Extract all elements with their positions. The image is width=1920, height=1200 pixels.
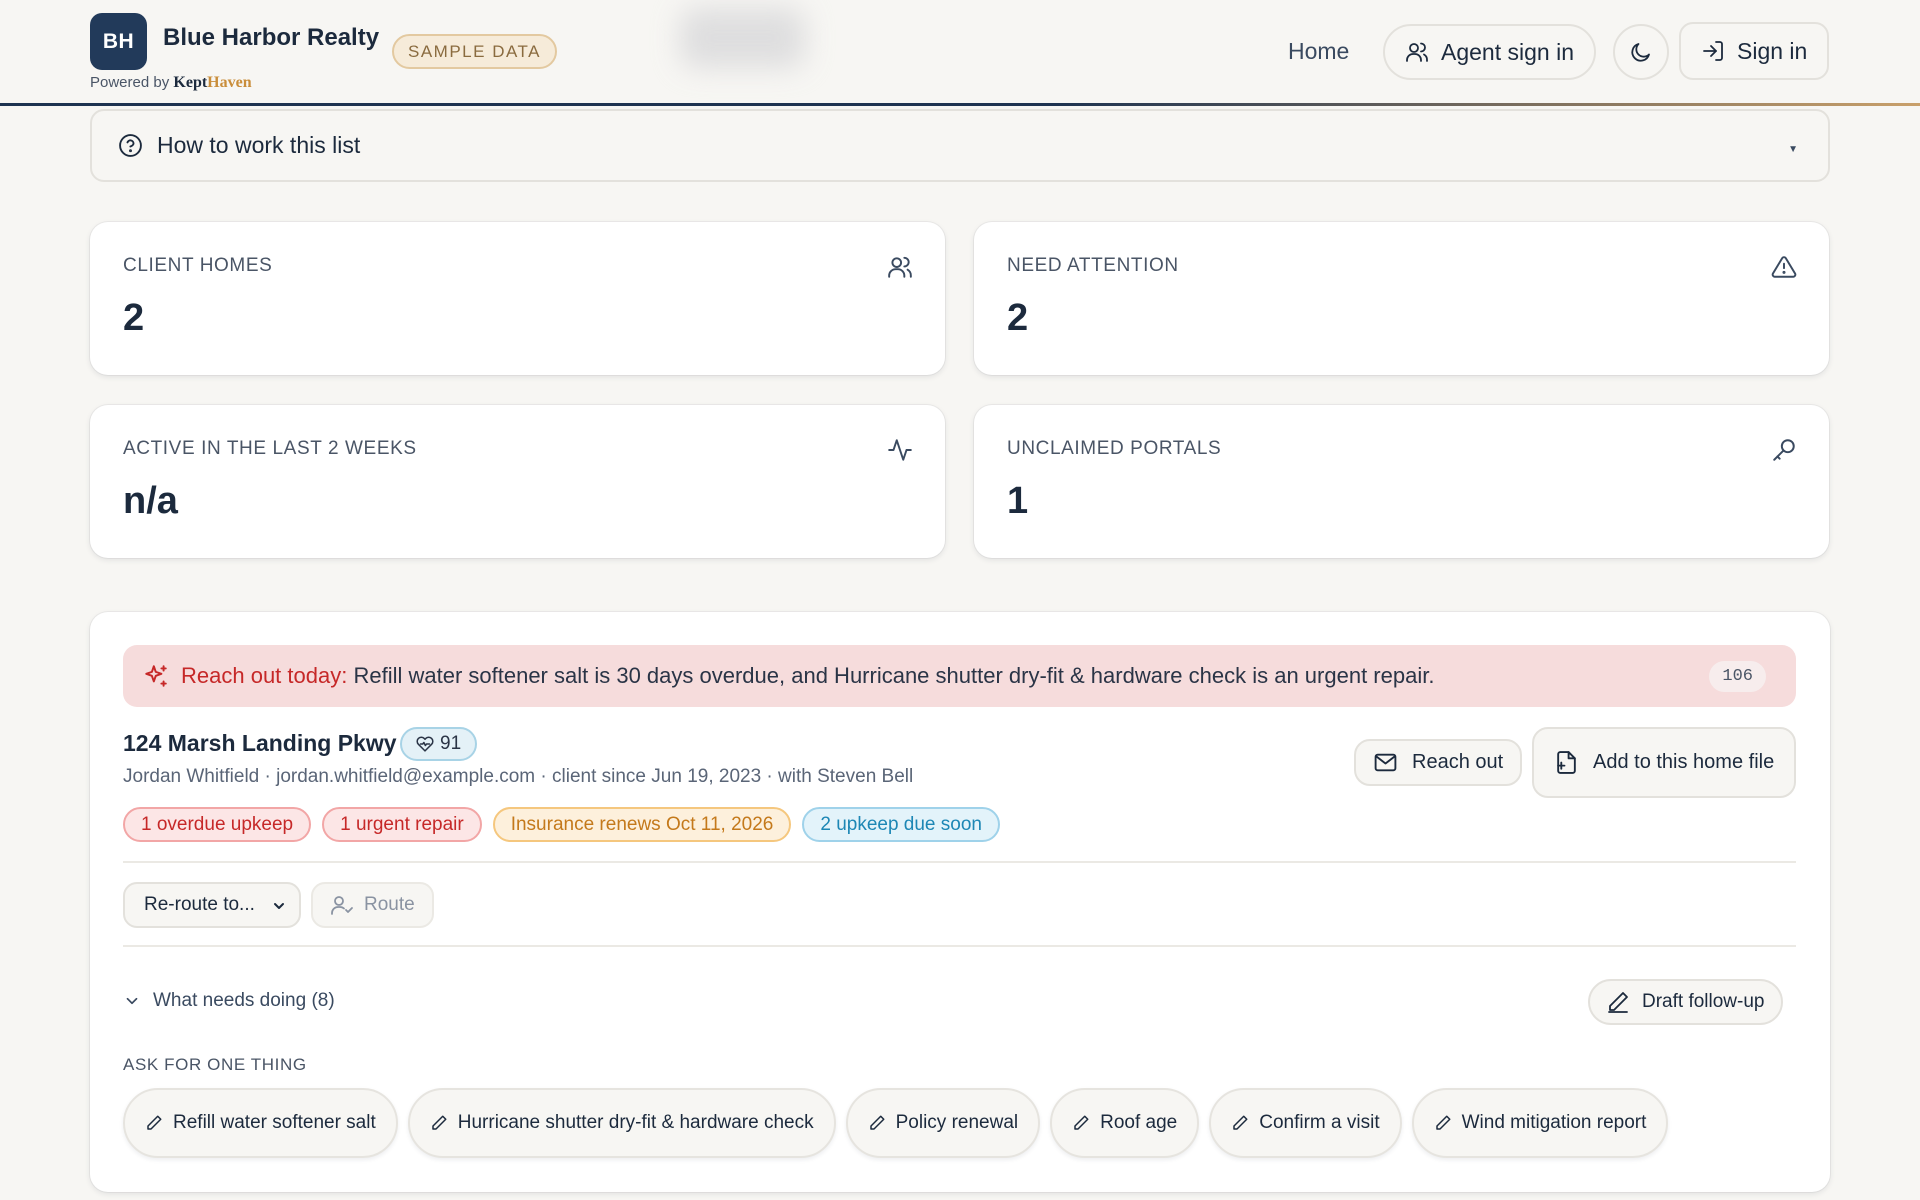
stat-card-active-last-2-weeks: ACTIVE IN THE LAST 2 WEEKS n/a bbox=[90, 405, 945, 558]
users-icon bbox=[887, 254, 913, 285]
sign-in-button[interactable]: Sign in bbox=[1679, 22, 1830, 80]
status-tag: Insurance renews Oct 11, 2026 bbox=[492, 807, 792, 842]
route-button[interactable]: Route bbox=[311, 882, 434, 928]
ask-chip-button[interactable]: Roof age bbox=[1050, 1088, 1200, 1158]
key-icon bbox=[1771, 437, 1797, 468]
sign-in-icon bbox=[1701, 39, 1725, 63]
alert-message: Reach out today: Refill water softener s… bbox=[181, 663, 1434, 689]
alert-text: Refill water softener salt is 30 days ov… bbox=[353, 663, 1435, 688]
agent-sign-in-button[interactable]: Agent sign in bbox=[1383, 24, 1596, 80]
stat-label: UNCLAIMED PORTALS bbox=[1007, 438, 1222, 459]
health-score-value: 91 bbox=[440, 733, 462, 754]
property-address-link[interactable]: 124 Marsh Landing Pkwy › bbox=[123, 730, 411, 757]
file-plus-icon bbox=[1554, 750, 1579, 775]
chevron-down-icon bbox=[123, 992, 141, 1010]
client-meta: Jordan Whitfield · jordan.whitfield@exam… bbox=[123, 766, 914, 787]
stat-label: CLIENT HOMES bbox=[123, 255, 273, 276]
stat-card-unclaimed-portals: UNCLAIMED PORTALS 1 bbox=[974, 405, 1829, 558]
theme-toggle-button[interactable] bbox=[1613, 24, 1669, 80]
alert-lead: Reach out today: bbox=[181, 663, 348, 688]
ask-chip-button[interactable]: Hurricane shutter dry-fit & hardware che… bbox=[407, 1088, 836, 1158]
alert-count-badge: 106 bbox=[1709, 661, 1766, 692]
status-tags: 1 overdue upkeep 1 urgent repair Insuran… bbox=[123, 807, 1000, 842]
ask-chips: Refill water softener salt Hurricane shu… bbox=[123, 1088, 1669, 1158]
reach-out-label: Reach out bbox=[1412, 751, 1504, 773]
health-score-badge: 91 bbox=[400, 727, 478, 761]
add-to-home-file-label: Add to this home file bbox=[1593, 751, 1775, 773]
pencil-icon bbox=[1606, 990, 1630, 1014]
mail-icon bbox=[1373, 750, 1398, 775]
reach-out-alert: Reach out today: Refill water softener s… bbox=[123, 645, 1796, 707]
ask-chip-button[interactable]: Policy renewal bbox=[845, 1088, 1041, 1158]
powered-by-brand-kept: Kept bbox=[173, 74, 208, 91]
chevron-down-icon bbox=[271, 898, 287, 920]
status-tag: 2 upkeep due soon bbox=[802, 807, 1000, 842]
powered-by: Powered by KeptHaven bbox=[90, 74, 252, 92]
stat-value: n/a bbox=[123, 480, 178, 522]
reach-out-button[interactable]: Reach out bbox=[1354, 739, 1523, 786]
stat-card-client-homes: CLIENT HOMES 2 bbox=[90, 222, 945, 375]
stat-label: NEED ATTENTION bbox=[1007, 255, 1179, 276]
caret-down-icon: ▼ bbox=[1788, 144, 1798, 155]
stat-value: 1 bbox=[1007, 480, 1029, 522]
stat-card-need-attention: NEED ATTENTION 2 bbox=[974, 222, 1829, 375]
powered-by-brand-haven: Haven bbox=[207, 74, 252, 91]
pencil-icon bbox=[868, 1114, 886, 1132]
how-to-label: How to work this list bbox=[157, 132, 361, 158]
ask-chip-label: Policy renewal bbox=[895, 1112, 1019, 1133]
activity-icon bbox=[887, 437, 913, 468]
divider bbox=[123, 861, 1796, 863]
user-check-icon bbox=[330, 893, 354, 917]
sign-in-label: Sign in bbox=[1737, 37, 1808, 64]
pencil-icon bbox=[430, 1114, 448, 1132]
client-home-card: Reach out today: Refill water softener s… bbox=[90, 612, 1830, 1192]
help-circle-icon bbox=[118, 133, 143, 158]
ask-chip-label: Refill water softener salt bbox=[173, 1112, 376, 1133]
pencil-icon bbox=[1231, 1114, 1249, 1132]
brand-logo[interactable]: BH bbox=[90, 13, 147, 70]
pencil-icon bbox=[145, 1114, 163, 1132]
ask-chip-label: Confirm a visit bbox=[1259, 1112, 1380, 1133]
top-header: BH Blue Harbor Realty SAMPLE DATA Powere… bbox=[0, 0, 1920, 106]
sample-data-badge: SAMPLE DATA bbox=[392, 34, 558, 69]
ask-for-one-thing-heading: ASK FOR ONE THING bbox=[123, 1055, 307, 1074]
ask-chip-button[interactable]: Wind mitigation report bbox=[1411, 1088, 1669, 1158]
pencil-icon bbox=[1434, 1114, 1452, 1132]
route-label: Route bbox=[364, 894, 415, 915]
ask-chip-button[interactable]: Confirm a visit bbox=[1209, 1088, 1402, 1158]
sparkles-icon bbox=[143, 663, 169, 689]
add-to-home-file-button[interactable]: Add to this home file bbox=[1532, 727, 1797, 798]
what-needs-doing-toggle[interactable]: What needs doing (8) bbox=[123, 990, 335, 1012]
powered-by-text: Powered by bbox=[90, 74, 170, 91]
divider bbox=[123, 945, 1796, 947]
header-divider bbox=[0, 103, 1920, 106]
draft-follow-up-button[interactable]: Draft follow-up bbox=[1588, 979, 1783, 1025]
alert-triangle-icon bbox=[1771, 254, 1797, 285]
stat-value: 2 bbox=[123, 297, 145, 339]
stat-label: ACTIVE IN THE LAST 2 WEEKS bbox=[123, 438, 417, 459]
stat-value: 2 bbox=[1007, 297, 1029, 339]
how-to-accordion[interactable]: How to work this list ▼ bbox=[90, 109, 1830, 182]
draft-follow-up-label: Draft follow-up bbox=[1642, 991, 1765, 1012]
ask-chip-label: Wind mitigation report bbox=[1461, 1112, 1647, 1133]
users-icon bbox=[1405, 40, 1429, 64]
agent-sign-in-label: Agent sign in bbox=[1441, 38, 1574, 65]
ask-chip-label: Roof age bbox=[1100, 1112, 1178, 1133]
ask-chip-button[interactable]: Refill water softener salt bbox=[123, 1088, 398, 1158]
reroute-select[interactable]: Re-route to... bbox=[123, 882, 301, 928]
status-tag: 1 urgent repair bbox=[322, 807, 482, 842]
reroute-select-value: Re-route to... bbox=[144, 894, 255, 915]
pencil-icon bbox=[1072, 1114, 1090, 1132]
status-tag: 1 overdue upkeep bbox=[123, 807, 312, 842]
ask-chip-label: Hurricane shutter dry-fit & hardware che… bbox=[457, 1112, 814, 1133]
nav-home-link[interactable]: Home bbox=[1288, 38, 1349, 65]
moon-icon bbox=[1629, 40, 1653, 64]
heart-pulse-icon bbox=[416, 735, 434, 753]
blurred-element bbox=[680, 8, 805, 68]
what-needs-doing-label: What needs doing (8) bbox=[153, 990, 335, 1011]
brand-name[interactable]: Blue Harbor Realty bbox=[163, 24, 379, 52]
